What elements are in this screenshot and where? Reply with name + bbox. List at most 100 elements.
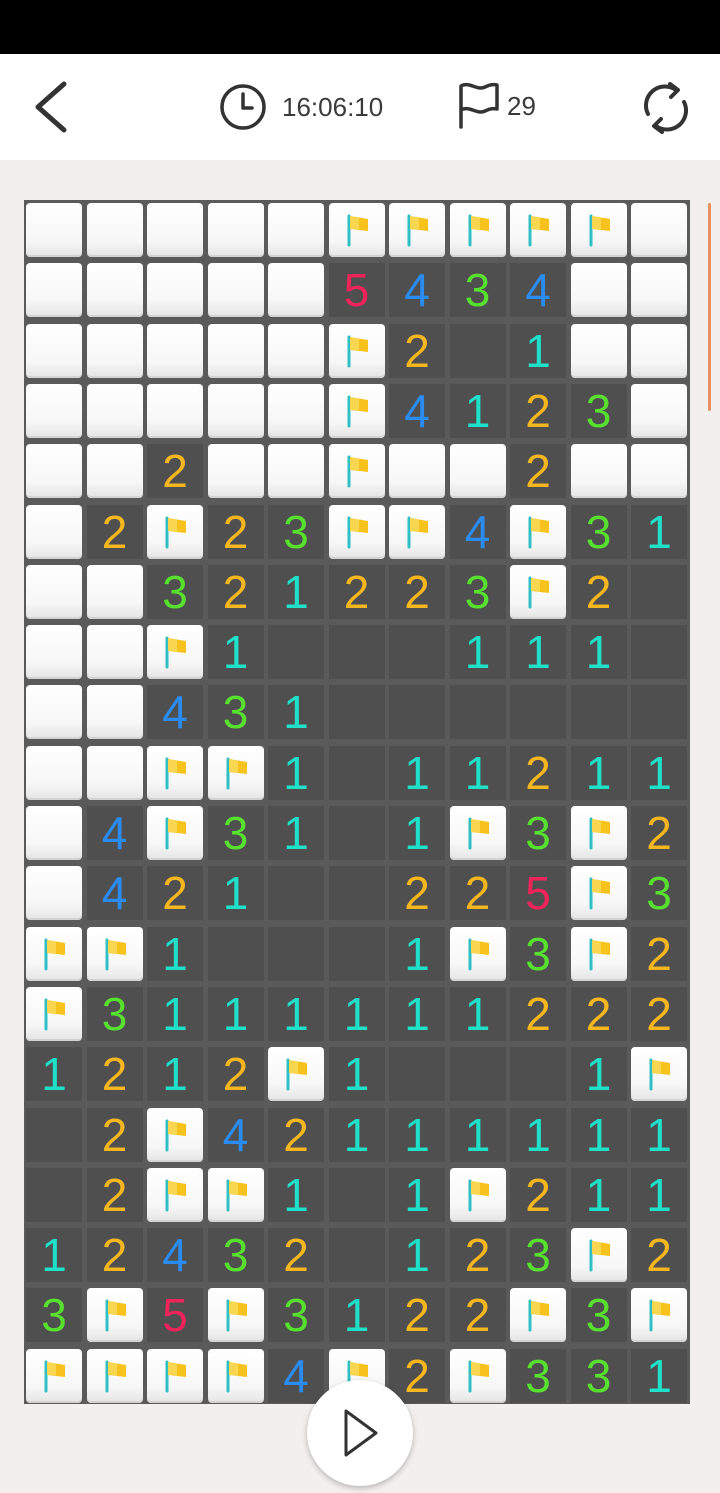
flagged-cell[interactable] bbox=[86, 1348, 143, 1403]
hidden-cell[interactable] bbox=[26, 383, 82, 438]
flagged-cell[interactable] bbox=[207, 1348, 264, 1403]
hidden-cell[interactable] bbox=[389, 444, 445, 499]
back-button[interactable] bbox=[28, 78, 78, 136]
hidden-cell[interactable] bbox=[86, 685, 143, 740]
number-cell: 1 bbox=[631, 1167, 687, 1222]
hidden-cell[interactable] bbox=[570, 323, 627, 378]
flagged-cell[interactable] bbox=[449, 1167, 506, 1222]
hidden-cell[interactable] bbox=[147, 263, 203, 318]
number-cell: 1 bbox=[268, 806, 324, 860]
flagged-cell[interactable] bbox=[449, 926, 506, 981]
hidden-cell[interactable] bbox=[26, 806, 82, 860]
flagged-cell[interactable] bbox=[328, 383, 385, 438]
hidden-cell[interactable] bbox=[268, 383, 324, 438]
hidden-cell[interactable] bbox=[26, 444, 82, 499]
flagged-cell[interactable] bbox=[147, 806, 203, 860]
flagged-cell[interactable] bbox=[510, 504, 566, 559]
hidden-cell[interactable] bbox=[147, 323, 203, 378]
flagged-cell[interactable] bbox=[268, 1047, 324, 1102]
hidden-cell[interactable] bbox=[26, 625, 82, 680]
empty-cell bbox=[631, 564, 687, 619]
empty-cell bbox=[328, 866, 385, 921]
hidden-cell[interactable] bbox=[26, 263, 82, 318]
flagged-cell[interactable] bbox=[570, 926, 627, 981]
hidden-cell[interactable] bbox=[26, 504, 82, 559]
hidden-cell[interactable] bbox=[268, 263, 324, 318]
flagged-cell[interactable] bbox=[328, 203, 385, 257]
hidden-cell[interactable] bbox=[207, 444, 264, 499]
flagged-cell[interactable] bbox=[26, 926, 82, 981]
number-cell: 1 bbox=[389, 1107, 445, 1162]
hidden-cell[interactable] bbox=[26, 564, 82, 619]
hidden-cell[interactable] bbox=[570, 444, 627, 499]
play-button[interactable] bbox=[307, 1380, 413, 1486]
flagged-cell[interactable] bbox=[570, 203, 627, 257]
restart-button[interactable] bbox=[636, 80, 696, 136]
hidden-cell[interactable] bbox=[631, 323, 687, 378]
flagged-cell[interactable] bbox=[26, 1348, 82, 1403]
flagged-cell[interactable] bbox=[570, 1228, 627, 1283]
hidden-cell[interactable] bbox=[268, 203, 324, 257]
flagged-cell[interactable] bbox=[86, 926, 143, 981]
flagged-cell[interactable] bbox=[510, 1288, 566, 1343]
timer-display: 16:06:10 bbox=[218, 82, 383, 132]
flagged-cell[interactable] bbox=[389, 203, 445, 257]
flagged-cell[interactable] bbox=[328, 444, 385, 499]
flagged-cell[interactable] bbox=[449, 806, 506, 860]
hidden-cell[interactable] bbox=[26, 685, 82, 740]
number-cell: 3 bbox=[510, 1228, 566, 1283]
hidden-cell[interactable] bbox=[26, 323, 82, 378]
flagged-cell[interactable] bbox=[147, 504, 203, 559]
hidden-cell[interactable] bbox=[86, 323, 143, 378]
hidden-cell[interactable] bbox=[86, 203, 143, 257]
flagged-cell[interactable] bbox=[510, 564, 566, 619]
hidden-cell[interactable] bbox=[86, 263, 143, 318]
hidden-cell[interactable] bbox=[570, 263, 627, 318]
flagged-cell[interactable] bbox=[510, 203, 566, 257]
flagged-cell[interactable] bbox=[147, 1348, 203, 1403]
hidden-cell[interactable] bbox=[26, 866, 82, 921]
number-cell: 3 bbox=[570, 504, 627, 559]
hidden-cell[interactable] bbox=[86, 745, 143, 800]
flagged-cell[interactable] bbox=[631, 1047, 687, 1102]
flagged-cell[interactable] bbox=[147, 745, 203, 800]
hidden-cell[interactable] bbox=[86, 564, 143, 619]
flag-icon bbox=[165, 636, 186, 669]
hidden-cell[interactable] bbox=[631, 444, 687, 499]
hidden-cell[interactable] bbox=[86, 625, 143, 680]
hidden-cell[interactable] bbox=[268, 323, 324, 378]
hidden-cell[interactable] bbox=[207, 383, 264, 438]
flagged-cell[interactable] bbox=[207, 745, 264, 800]
hidden-cell[interactable] bbox=[147, 203, 203, 257]
flagged-cell[interactable] bbox=[147, 1107, 203, 1162]
hidden-cell[interactable] bbox=[207, 323, 264, 378]
flagged-cell[interactable] bbox=[631, 1288, 687, 1343]
hidden-cell[interactable] bbox=[86, 444, 143, 499]
flagged-cell[interactable] bbox=[389, 504, 445, 559]
flagged-cell[interactable] bbox=[26, 986, 82, 1041]
hidden-cell[interactable] bbox=[86, 383, 143, 438]
hidden-cell[interactable] bbox=[268, 444, 324, 499]
hidden-cell[interactable] bbox=[147, 383, 203, 438]
flagged-cell[interactable] bbox=[147, 625, 203, 680]
number-cell: 2 bbox=[631, 926, 687, 981]
flagged-cell[interactable] bbox=[207, 1288, 264, 1343]
flagged-cell[interactable] bbox=[207, 1167, 264, 1222]
hidden-cell[interactable] bbox=[631, 263, 687, 318]
hidden-cell[interactable] bbox=[207, 203, 264, 257]
flagged-cell[interactable] bbox=[147, 1167, 203, 1222]
hidden-cell[interactable] bbox=[26, 745, 82, 800]
flagged-cell[interactable] bbox=[449, 1348, 506, 1403]
hidden-cell[interactable] bbox=[449, 444, 506, 499]
flagged-cell[interactable] bbox=[86, 1288, 143, 1343]
flagged-cell[interactable] bbox=[570, 866, 627, 921]
hidden-cell[interactable] bbox=[26, 203, 82, 257]
flagged-cell[interactable] bbox=[328, 504, 385, 559]
hidden-cell[interactable] bbox=[631, 383, 687, 438]
hidden-cell[interactable] bbox=[631, 203, 687, 257]
flagged-cell[interactable] bbox=[328, 323, 385, 378]
play-icon bbox=[344, 1409, 378, 1457]
flagged-cell[interactable] bbox=[449, 203, 506, 257]
flagged-cell[interactable] bbox=[570, 806, 627, 860]
hidden-cell[interactable] bbox=[207, 263, 264, 318]
